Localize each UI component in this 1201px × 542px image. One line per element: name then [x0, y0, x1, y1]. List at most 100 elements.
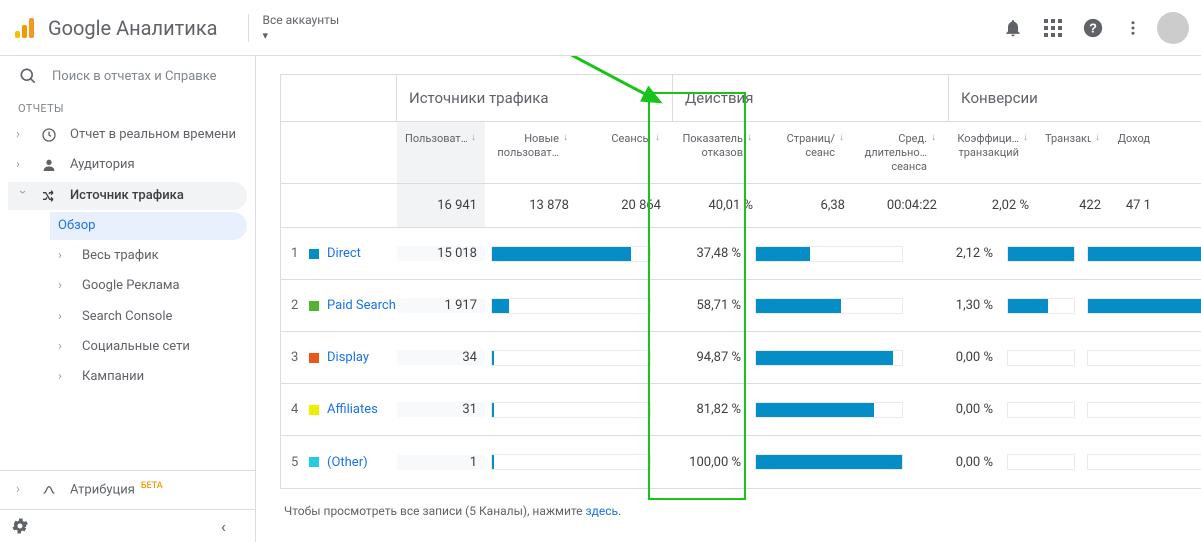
- nav-label: Источник трафика: [70, 188, 237, 204]
- nav-label: Кампании: [82, 369, 237, 385]
- row-rank: 5: [281, 455, 303, 470]
- series-color-chip: [309, 405, 319, 415]
- total-conv: 2,02 %: [945, 184, 1037, 227]
- row-conv: 0,00 %: [909, 350, 1001, 365]
- apps-icon[interactable]: [1033, 8, 1073, 48]
- row-source[interactable]: Affiliates: [303, 402, 397, 417]
- nav-all-traffic[interactable]: › Весь трафик: [50, 242, 247, 270]
- help-icon[interactable]: ?: [1073, 8, 1113, 48]
- nav-attribution[interactable]: › АтрибуцияБЕТА: [8, 475, 247, 505]
- avatar[interactable]: [1157, 12, 1189, 44]
- col-duration[interactable]: Сред. длительно… сеанса↓: [853, 122, 945, 183]
- row-bounce: 81,82 %: [657, 402, 749, 417]
- total-duration: 00:04:22: [853, 184, 945, 227]
- row-users-bar: [485, 454, 657, 470]
- divider: [248, 14, 249, 42]
- nav-google-ads[interactable]: › Google Реклама: [50, 272, 247, 300]
- nav-section-label: ОТЧЕТЫ: [0, 100, 255, 121]
- row-bounce-bar: [749, 298, 909, 314]
- series-color-chip: [309, 301, 319, 311]
- product-brand[interactable]: Google Аналитика: [12, 15, 234, 41]
- account-picker[interactable]: Все аккаунты ▾: [263, 13, 340, 43]
- collapse-sidebar-icon[interactable]: ‹: [221, 517, 245, 536]
- row-conv-bar: [1001, 350, 1081, 366]
- totals-row: 16 941 13 878 20 864 40,01 % 6,38 00:04:…: [281, 184, 1201, 228]
- table-footer-note: Чтобы просмотреть все записи (5 Каналы),…: [280, 499, 1201, 520]
- total-new-users: 13 878: [485, 184, 577, 227]
- settings-icon[interactable]: [10, 516, 34, 536]
- table-row: 1Direct15 01837,48 %2,12 %: [281, 228, 1201, 280]
- row-users-bar: [485, 350, 657, 366]
- row-users-bar: [485, 298, 657, 314]
- top-bar: Google Аналитика Все аккаунты ▾ ?: [0, 0, 1201, 56]
- search-icon: [18, 66, 38, 86]
- sort-desc-icon: ↓: [471, 132, 476, 145]
- row-source[interactable]: Paid Search: [303, 298, 397, 313]
- analytics-logo-icon: [12, 15, 38, 41]
- row-rank: 2: [281, 298, 303, 313]
- nav-acquisition[interactable]: › Источник трафика: [8, 182, 247, 210]
- source-link[interactable]: Direct: [327, 246, 361, 261]
- chevron-right-icon: ›: [16, 157, 28, 173]
- source-link[interactable]: Display: [327, 350, 369, 365]
- search-reports[interactable]: Поиск в отчетах и Справке: [0, 56, 255, 96]
- nav-search-console[interactable]: › Search Console: [50, 303, 247, 331]
- series-color-chip: [309, 457, 319, 467]
- col-new-users[interactable]: Новые пользоват…↓: [485, 122, 577, 183]
- colgroup-conversions: Конверсии: [949, 75, 1201, 121]
- row-source[interactable]: (Other): [303, 455, 397, 470]
- svg-text:?: ?: [1089, 20, 1097, 35]
- series-color-chip: [309, 249, 319, 259]
- row-source[interactable]: Direct: [303, 246, 397, 261]
- row-conv-bar: [1001, 298, 1081, 314]
- colgroup-sources: Источники трафика: [397, 75, 673, 121]
- nav-realtime[interactable]: › Отчет в реальном времени: [8, 121, 247, 149]
- chevron-down-icon: ▾: [263, 29, 340, 42]
- col-pages[interactable]: Страниц/сеанс↓: [761, 122, 853, 183]
- row-revenue-bar: [1081, 246, 1201, 262]
- account-label: Все аккаунты: [263, 13, 340, 27]
- footer-link[interactable]: здесь: [586, 504, 619, 518]
- nav-audience[interactable]: › Аудитория: [8, 151, 247, 179]
- chevron-right-icon: ›: [16, 482, 28, 498]
- col-transactions[interactable]: Транзакции↓: [1037, 122, 1109, 183]
- nav-social[interactable]: › Социальные сети: [50, 333, 247, 361]
- product-name: Google Аналитика: [48, 16, 218, 40]
- total-revenue: 47 1: [1109, 184, 1159, 227]
- person-icon: [40, 157, 58, 173]
- col-revenue[interactable]: Доход: [1109, 122, 1159, 183]
- source-link[interactable]: Paid Search: [327, 298, 396, 313]
- row-users: 34: [397, 350, 485, 365]
- source-link[interactable]: (Other): [327, 455, 368, 470]
- total-sessions: 20 864: [577, 184, 669, 227]
- nav-label: Весь трафик: [82, 248, 237, 264]
- row-conv: 1,30 %: [909, 298, 1001, 313]
- row-revenue-bar: [1081, 402, 1201, 418]
- table-row: 4Affiliates3181,82 %0,00 %: [281, 384, 1201, 436]
- nav-campaigns[interactable]: › Кампании: [50, 363, 247, 391]
- col-sessions[interactable]: Сеансы↓: [577, 122, 669, 183]
- row-source[interactable]: Display: [303, 350, 397, 365]
- channels-table: Источники трафика Действия Конверсии Пол…: [280, 74, 1201, 489]
- total-users: 16 941: [397, 184, 485, 227]
- more-icon[interactable]: [1113, 8, 1153, 48]
- row-users: 31: [397, 402, 485, 417]
- column-headers-row: Пользоват…↓ Новые пользоват…↓ Сеансы↓ По…: [281, 122, 1201, 184]
- col-conv-rate[interactable]: Коэффици… транзакций↓: [945, 122, 1037, 183]
- col-bounce[interactable]: Показатель отказов↓: [669, 122, 761, 183]
- chevron-right-icon: ›: [58, 278, 70, 294]
- total-transactions: 422: [1037, 184, 1109, 227]
- nav-overview[interactable]: Обзор: [50, 212, 247, 240]
- colgroup-behavior: Действия: [673, 75, 949, 121]
- row-bounce-bar: [749, 402, 909, 418]
- sidebar: Поиск в отчетах и Справке ОТЧЕТЫ › Отчет…: [0, 56, 256, 542]
- nav-acquisition-children: Обзор › Весь трафик › Google Реклама › S…: [0, 212, 255, 392]
- chevron-right-icon: ›: [16, 127, 28, 143]
- chevron-right-icon: ›: [58, 369, 70, 385]
- col-users[interactable]: Пользоват…↓: [397, 122, 485, 183]
- notifications-icon[interactable]: [993, 8, 1033, 48]
- table-row: 3Display3494,87 %0,00 %: [281, 332, 1201, 384]
- row-rank: 1: [281, 246, 303, 261]
- source-link[interactable]: Affiliates: [327, 402, 378, 417]
- row-bounce-bar: [749, 350, 909, 366]
